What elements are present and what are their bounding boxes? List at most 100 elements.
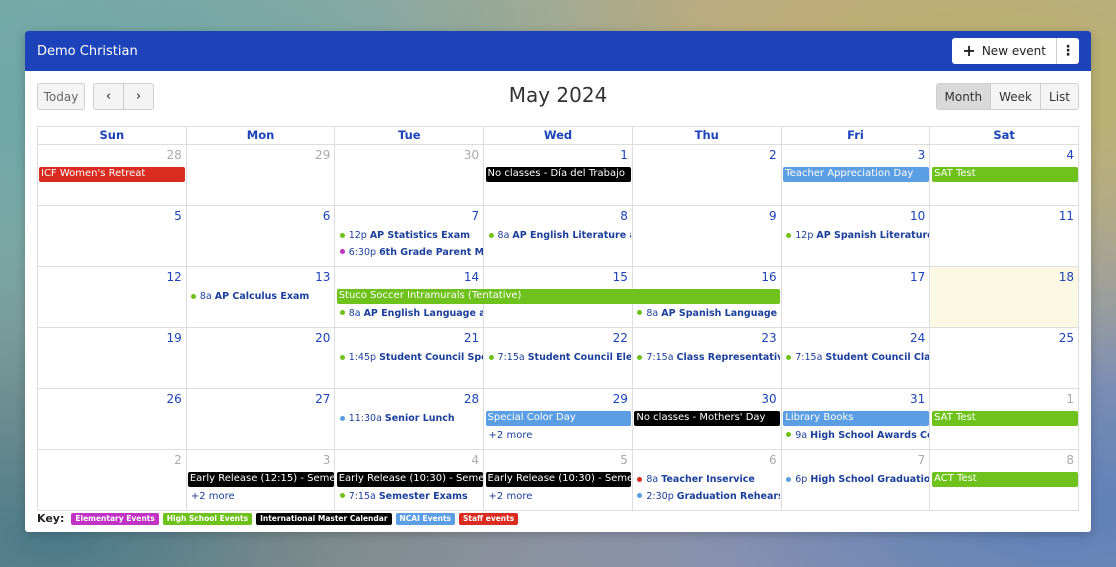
day-cell[interactable]: 5 [38, 206, 187, 267]
timed-event[interactable]: 2:30pGraduation Rehearsal [637, 490, 780, 504]
day-number[interactable]: 5 [174, 209, 182, 223]
day-number[interactable]: 18 [1059, 270, 1074, 284]
day-number[interactable]: 21 [464, 331, 479, 345]
timed-event[interactable]: 12p AP Statistics Exam [339, 229, 483, 243]
day-number[interactable]: 3 [323, 453, 331, 467]
day-number[interactable]: 28 [464, 392, 479, 406]
all-day-event[interactable]: Early Release (12:15) - Semester [187, 472, 334, 487]
all-day-event[interactable]: SAT Test [932, 167, 1078, 182]
day-number[interactable]: 6 [323, 209, 331, 223]
day-number[interactable]: 16 [761, 270, 776, 284]
day-number[interactable]: 28 [166, 148, 181, 162]
timed-event[interactable]: 6:30p6th Grade Parent Meeting [339, 246, 483, 260]
timed-event[interactable]: 7:15aStudent Council Elections [488, 351, 631, 365]
day-number[interactable]: 2 [769, 148, 777, 162]
day-cell[interactable]: 9 [632, 206, 782, 267]
more-events-link[interactable]: +2 more [489, 491, 533, 502]
all-day-event[interactable]: No classes - Día del Trabajo [485, 167, 632, 182]
timed-event[interactable]: 1:45pStudent Council Speeches [339, 351, 483, 365]
all-day-event[interactable]: Teacher Appreciation Day [783, 167, 930, 182]
day-cell[interactable]: 11 [930, 206, 1080, 267]
day-number[interactable]: 5 [620, 453, 628, 467]
week-row: 5 6 7 8 9 10 11 12p AP Statistics Exam 6:30p 6th G… [38, 206, 1080, 267]
day-number[interactable]: 7 [918, 453, 926, 467]
day-number[interactable]: 11 [1059, 209, 1074, 223]
timed-event[interactable]: 7:15a Semester Exams [339, 490, 483, 504]
view-week-button[interactable]: Week [991, 83, 1042, 110]
timed-event[interactable]: 9aHigh School Awards Ceremony [786, 429, 929, 443]
day-number[interactable]: 27 [315, 392, 330, 406]
day-number[interactable]: 31 [910, 392, 925, 406]
key-item: International Master Calendar [256, 512, 392, 525]
day-cell[interactable]: 2 [632, 145, 782, 206]
new-event-button[interactable]: + New event [952, 38, 1057, 64]
day-number[interactable]: 4 [1066, 148, 1074, 162]
timed-event[interactable]: 11:30a Senior Lunch [339, 412, 483, 426]
day-number[interactable]: 29 [613, 392, 628, 406]
day-number[interactable]: 8 [620, 209, 628, 223]
timed-event[interactable]: 8aAP Spanish Language and Culture [637, 307, 780, 321]
all-day-event[interactable]: ACT Test [932, 472, 1078, 487]
more-events-link[interactable]: +2 more [489, 430, 533, 441]
all-day-event[interactable]: Stuco Soccer Intramurals (Tentative) [336, 289, 781, 304]
day-cell[interactable]: 26 [38, 389, 187, 450]
day-number[interactable]: 17 [910, 270, 925, 284]
day-cell-today[interactable]: 18 [930, 267, 1080, 328]
day-number[interactable]: 23 [761, 331, 776, 345]
day-number[interactable]: 30 [761, 392, 776, 406]
day-cell[interactable]: 27 [186, 389, 336, 450]
timed-event[interactable]: 6p High School Graduation [786, 473, 929, 487]
day-cell[interactable]: 17 [781, 267, 931, 328]
timed-event[interactable]: 8aAP English Literature and Composition [488, 229, 631, 243]
all-day-event[interactable]: Early Release (10:30) - Semester [336, 472, 483, 487]
day-cell[interactable]: 30 [335, 145, 485, 206]
day-number[interactable]: 1 [620, 148, 628, 162]
view-list-button[interactable]: List [1041, 83, 1079, 110]
day-number[interactable]: 29 [315, 148, 330, 162]
event-dot-icon [786, 432, 792, 437]
day-number[interactable]: 15 [613, 270, 628, 284]
view-month-button[interactable]: Month [935, 83, 992, 110]
day-number[interactable]: 10 [910, 209, 925, 223]
day-cell[interactable]: 2 [38, 450, 187, 511]
timed-event[interactable]: 8a AP Calculus Exam [190, 290, 334, 304]
day-number[interactable]: 20 [315, 331, 330, 345]
timed-event[interactable]: 8a Teacher Inservice [637, 473, 780, 487]
event-title: High School Awards Ceremony [810, 429, 929, 441]
timed-event[interactable]: 12pAP Spanish Literature and Culture [786, 229, 929, 243]
day-cell[interactable]: 12 [38, 267, 187, 328]
day-number[interactable]: 3 [918, 148, 926, 162]
day-number[interactable]: 30 [464, 148, 479, 162]
day-number[interactable]: 2 [174, 453, 182, 467]
all-day-event[interactable]: No classes - Mothers' Day [634, 411, 781, 426]
all-day-event[interactable]: Early Release (10:30) - Semester [485, 472, 632, 487]
day-number[interactable]: 6 [769, 453, 777, 467]
all-day-event[interactable]: Library Books [783, 411, 930, 426]
day-number[interactable]: 24 [910, 331, 925, 345]
day-number[interactable]: 9 [769, 209, 777, 223]
day-number[interactable]: 26 [166, 392, 181, 406]
more-options-button[interactable]: ⋮ [1057, 38, 1079, 64]
day-number[interactable]: 22 [613, 331, 628, 345]
timed-event[interactable]: 8aAP English Language and Composition [339, 307, 483, 321]
all-day-event[interactable]: Special Color Day [485, 411, 632, 426]
more-events-link[interactable]: +2 more [191, 491, 235, 502]
timed-event[interactable]: 7:15aStudent Council Class Reps [786, 351, 929, 365]
day-number[interactable]: 25 [1059, 331, 1074, 345]
timed-event[interactable]: 7:15aClass Representative Speeches [637, 351, 780, 365]
day-number[interactable]: 8 [1066, 453, 1074, 467]
day-number[interactable]: 7 [472, 209, 480, 223]
day-number[interactable]: 4 [472, 453, 480, 467]
day-number[interactable]: 19 [166, 331, 181, 345]
all-day-event[interactable]: ICF Women's Retreat [39, 167, 185, 182]
day-number[interactable]: 14 [464, 270, 479, 284]
day-cell[interactable]: 20 [186, 328, 336, 389]
day-cell[interactable]: 25 [930, 328, 1080, 389]
day-cell[interactable]: 19 [38, 328, 187, 389]
day-cell[interactable]: 6 [186, 206, 336, 267]
day-number[interactable]: 12 [166, 270, 181, 284]
day-number[interactable]: 1 [1066, 392, 1074, 406]
all-day-event[interactable]: SAT Test [932, 411, 1078, 426]
day-number[interactable]: 13 [315, 270, 330, 284]
day-cell[interactable]: 29 [186, 145, 336, 206]
